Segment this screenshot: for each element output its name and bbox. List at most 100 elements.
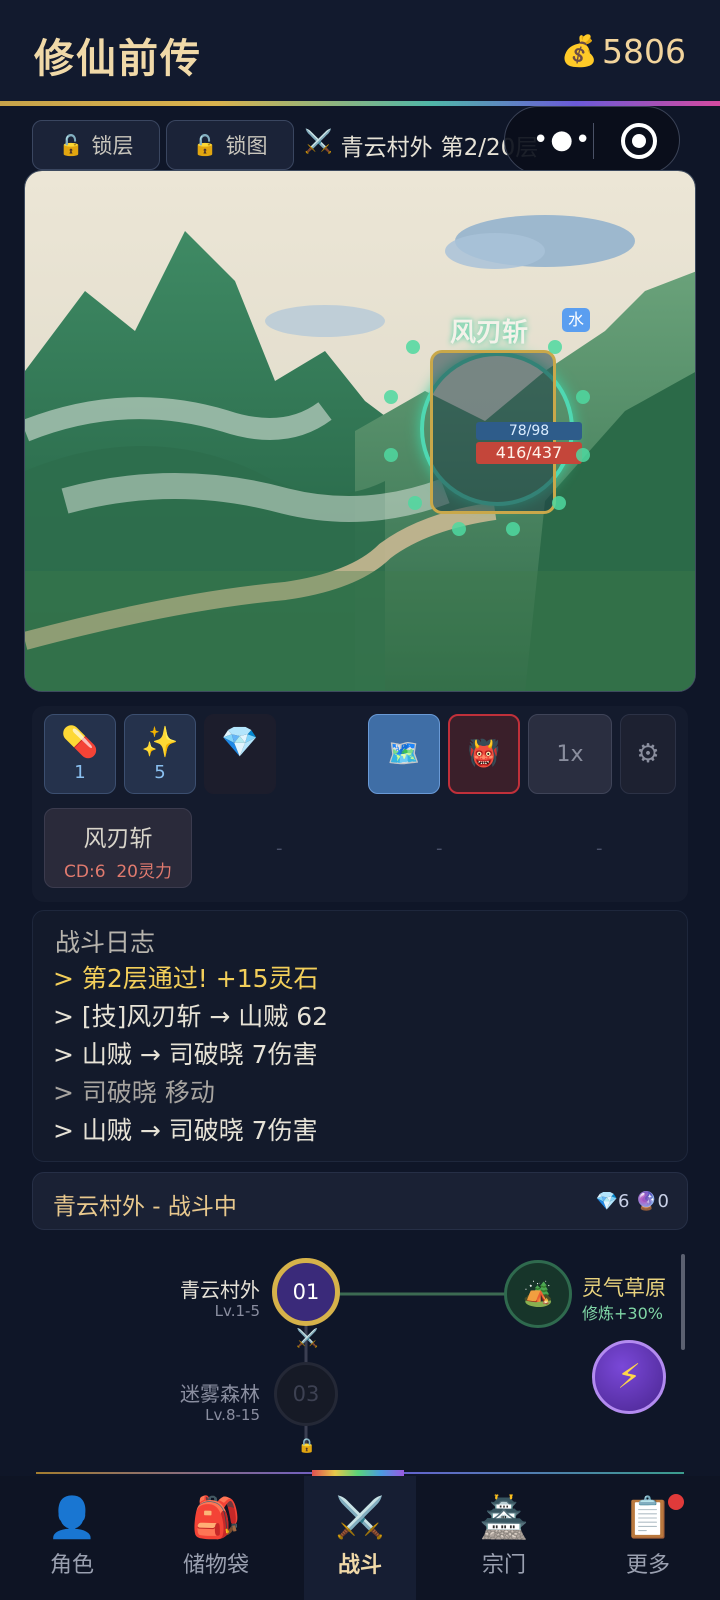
item-sparkle-button[interactable]: ✨ 5 — [124, 714, 196, 794]
nav-label: 储物袋 — [182, 1553, 249, 1578]
location-status: 青云村外 - 战斗中 — [53, 1194, 237, 1220]
item-pill-button[interactable]: 💊 1 — [44, 714, 116, 794]
more-dots-icon[interactable]: •●• — [533, 125, 592, 155]
skill-slot-1[interactable]: 风刃斩 CD:6 20灵力 — [44, 808, 192, 888]
lock-icon: 🔓 — [192, 133, 218, 157]
coin-counter: 💰 5806 — [561, 32, 686, 71]
location-status-bar: 青云村外 - 战斗中 💎6 🔮0 — [32, 1172, 688, 1230]
aoe-marker — [452, 522, 466, 536]
aoe-marker — [576, 448, 590, 462]
pill-icon: 💊 — [61, 725, 99, 760]
skill-slot-empty[interactable]: - — [596, 838, 603, 859]
lock-map-button[interactable]: 🔓 锁图 — [166, 120, 294, 170]
lock-icon: 🔒 — [298, 1438, 316, 1454]
gear-icon: ⚙ — [636, 739, 660, 769]
lock-floor-label: 锁层 — [91, 134, 134, 158]
log-line: > 山贼 → 司破晓 7伤害 — [53, 1040, 318, 1069]
map-node-name: 青云村外 — [180, 1278, 260, 1302]
map-scrollbar[interactable] — [681, 1254, 685, 1350]
gem-icon: 💎 — [595, 1191, 618, 1212]
lock-map-label: 锁图 — [225, 134, 268, 158]
app-title: 修仙前传 — [34, 35, 202, 82]
app-header: 修仙前传 💰 5806 — [0, 0, 720, 104]
nav-item-character[interactable]: 👤 角色 — [0, 1476, 144, 1600]
nav-item-storage[interactable]: 🎒 储物袋 — [144, 1476, 288, 1600]
nav-label: 战斗 — [337, 1553, 382, 1578]
nav-item-more[interactable]: 📋 更多 — [576, 1476, 720, 1600]
map-node-01[interactable]: 01 — [272, 1258, 340, 1326]
crossed-swords-icon: ⚔️ — [304, 129, 333, 155]
nav-label: 更多 — [625, 1553, 670, 1578]
camp-icon: 🏕️ — [523, 1280, 553, 1308]
orb-count: 0 — [657, 1191, 669, 1212]
speed-button[interactable]: 1x — [528, 714, 612, 794]
aoe-marker — [552, 496, 566, 510]
bottom-nav: 👤 角色 🎒 储物袋 ⚔️ 战斗 🏯 宗门 📋 更多 — [0, 1476, 720, 1600]
nav-item-sect[interactable]: 🏯 宗门 — [432, 1476, 576, 1600]
log-line: > 第2层通过! +15灵石 — [53, 964, 319, 993]
sparkle-icon: ✨ — [141, 725, 179, 760]
log-line: > 山贼 → 司破晓 7伤害 — [53, 1116, 318, 1145]
lock-floor-button[interactable]: 🔓 锁层 — [32, 120, 160, 170]
map-node-level: Lv.8-15 — [205, 1406, 260, 1424]
boss-button[interactable]: 👹 — [448, 714, 520, 794]
map-icon: 🗺️ — [387, 739, 421, 769]
lightning-icon: ⚡ — [617, 1357, 641, 1397]
aoe-marker — [408, 496, 422, 510]
log-line: > [技]风刃斩 → 山贼 62 — [53, 1002, 329, 1031]
map-node-level: Lv.1-5 — [214, 1302, 260, 1320]
orb-icon: 🔮 — [635, 1191, 658, 1212]
aoe-marker — [406, 340, 420, 354]
skill-slot-empty[interactable]: - — [276, 838, 283, 859]
nav-active-indicator — [312, 1470, 404, 1476]
item-count: 5 — [154, 762, 166, 783]
crossed-swords-icon: ⚔️ — [335, 1495, 385, 1541]
notification-badge — [668, 1494, 684, 1510]
diamond-icon: 💎 — [221, 725, 259, 760]
crossed-swords-icon: ⚔️ — [296, 1328, 319, 1349]
nav-item-battle[interactable]: ⚔️ 战斗 — [304, 1476, 416, 1600]
map-button[interactable]: 🗺️ — [368, 714, 440, 794]
aoe-marker — [384, 448, 398, 462]
item-count: 1 — [74, 762, 86, 783]
auto-battle-fab[interactable]: ⚡ — [592, 1340, 666, 1414]
unit-mp-bar: 78/98 — [476, 422, 582, 440]
settings-button[interactable]: ⚙ — [620, 714, 676, 794]
aoe-marker — [548, 340, 562, 354]
item-diamond-button[interactable]: 💎 — [204, 714, 276, 794]
skill-cooldown: CD:6 20灵力 — [64, 862, 172, 882]
miniprogram-capsule: •●• — [504, 106, 680, 174]
stage-info: ⚔️ 青云村外 第2/20层 — [304, 128, 538, 162]
backpack-icon: 🎒 — [191, 1495, 241, 1541]
clipboard-icon: 📋 — [623, 1495, 673, 1541]
element-badge: 水 — [562, 308, 590, 332]
aoe-marker — [506, 522, 520, 536]
nav-label: 宗门 — [481, 1553, 526, 1578]
battle-scene[interactable] — [24, 170, 696, 692]
skill-slot-empty[interactable]: - — [436, 838, 443, 859]
lock-icon: 🔓 — [58, 133, 84, 157]
nav-label: 角色 — [49, 1553, 94, 1578]
gem-count: 6 — [617, 1191, 630, 1212]
skill-cast-text: 风刃斩 — [450, 318, 529, 348]
speed-label: 1x — [556, 741, 584, 767]
map-node-name: 迷雾森林 — [180, 1382, 260, 1406]
close-target-icon[interactable] — [621, 123, 657, 159]
map-node-03[interactable]: 03 — [274, 1362, 338, 1426]
stage-name: 青云村外 — [340, 135, 433, 161]
battle-log: 战斗日志 > 第2层通过! +15灵石 > [技]风刃斩 → 山贼 62 > 山… — [32, 910, 688, 1162]
map-paths — [304, 1292, 528, 1448]
coin-amount: 5806 — [602, 32, 686, 71]
skill-name: 风刃斩 — [83, 826, 153, 852]
side-node-name: 灵气草原 — [582, 1276, 666, 1300]
log-title: 战斗日志 — [55, 928, 156, 957]
aoe-marker — [576, 390, 590, 404]
capsule-divider — [593, 123, 594, 159]
log-line: > 司破晓 移动 — [53, 1078, 215, 1107]
side-node-bonus: 修炼+30% — [582, 1304, 663, 1323]
aoe-marker — [384, 390, 398, 404]
map-node-side[interactable]: 🏕️ — [504, 1260, 572, 1328]
unit-hp-bar: 416/437 — [476, 442, 582, 464]
landscape-painting — [25, 171, 695, 691]
world-map[interactable] — [32, 1238, 688, 1448]
